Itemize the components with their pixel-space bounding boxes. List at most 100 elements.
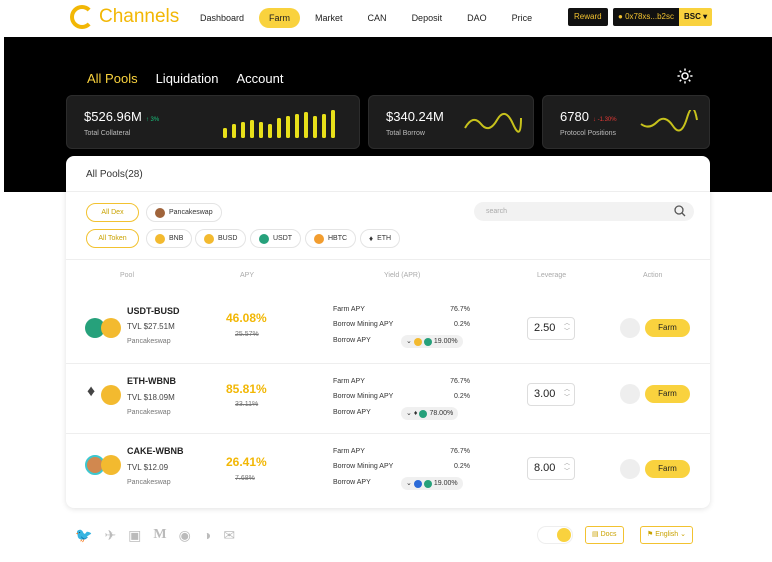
collateral-bar [268,124,272,138]
borrow-apy-value: 19.00% [433,480,458,487]
usdt-label: USDT [273,235,293,242]
search-input[interactable]: search [474,202,694,221]
stepper-arrows-icon[interactable]: ︿ ﹀ [564,460,570,476]
wechat-icon[interactable]: ◑ [203,527,211,544]
usdt-icon [419,409,428,418]
nav-dao[interactable]: DAO [457,8,497,28]
collateral-bar-chart [223,110,335,138]
borrow-asset-select[interactable]: ⌄ 19.00% [401,477,463,490]
github-icon[interactable]: ◉ [179,527,191,544]
stat-protocol-positions: 6780 ↓ -1.30% Protocol Positions [542,95,710,149]
farm-apy-label: Farm APY [333,448,365,455]
stepper-arrows-icon[interactable]: ︿ ﹀ [564,320,570,336]
settings-gear-icon[interactable] [676,67,694,85]
nav-market[interactable]: Market [305,8,353,28]
filter-busd[interactable]: BUSD [195,229,247,248]
docs-button[interactable]: ▤ Docs [585,526,624,544]
positions-sparkline [640,110,698,132]
filter-usdt[interactable]: USDT [250,229,302,248]
divider [66,433,710,434]
stat-value: $526.96M ↑ 3% [84,109,159,124]
pool-pair: USDT-BUSD [127,306,180,316]
tab-account[interactable]: Account [236,71,283,86]
busd-label: BUSD [218,235,238,242]
collateral-bar [331,110,335,138]
leverage-value: 2.50 [534,322,556,334]
medium-icon[interactable]: M [153,527,166,544]
borrow-asset-select[interactable]: ⌄ ♦ 78.00% [401,407,459,420]
bnb-icon [155,233,165,244]
total-collateral-value: $526.96M [84,109,142,124]
leverage-stepper[interactable]: 2.50 ︿ ﹀ [527,317,575,340]
borrow-mining-label: Borrow Mining APY [333,393,394,400]
nav-deposit[interactable]: Deposit [402,8,453,28]
eth-label: ETH [377,235,392,242]
col-leverage: Leverage [537,272,567,279]
discord-icon[interactable]: ▣ [128,527,141,544]
stat-change: ↓ -1.30% [592,117,617,123]
borrow-mining-value: 0.2% [454,393,470,400]
brand-logo[interactable]: Channels [70,5,179,29]
chain-selector[interactable]: BSC ▾ [678,8,713,26]
wbnb-icon [101,455,121,475]
stepper-arrows-icon[interactable]: ︿ ﹀ [564,386,570,402]
collateral-bar [313,116,317,138]
chat-icon[interactable]: ✉ [223,527,235,544]
farm-apy-value: 76.7% [450,378,470,385]
leverage-value: 3.00 [534,388,556,400]
protocol-positions-label: Protocol Positions [560,130,617,137]
farm-button[interactable]: Farm [645,460,690,478]
farm-apy-value: 76.7% [450,448,470,455]
tab-liquidation[interactable]: Liquidation [156,71,219,86]
pool-tvl: TVL $12.09 [127,463,169,472]
filter-hbtc[interactable]: HBTC [305,229,357,248]
nav-dashboard[interactable]: Dashboard [190,8,254,28]
nav-price[interactable]: Price [502,8,543,28]
tab-all-pools[interactable]: All Pools [87,71,138,86]
stat-total-collateral: $526.96M ↑ 3% Total Collateral [66,95,360,149]
borrow-apy-value: 78.00% [429,410,454,417]
search-icon[interactable] [674,205,686,217]
brand-name: Channels [99,6,180,27]
stat-value: 6780 ↓ -1.30% [560,109,617,124]
row-menu-button[interactable] [620,318,640,338]
borrow-asset-select[interactable]: ⌄ 19.00% [401,335,463,348]
busd-icon [101,318,121,338]
filter-bnb[interactable]: BNB [146,229,193,248]
usdt-icon [259,233,269,244]
theme-toggle[interactable] [537,526,573,544]
pool-apy: 46.08% [226,311,267,325]
protocol-positions-change: -1.30% [597,117,617,123]
farm-button[interactable]: Farm [645,385,690,403]
farm-button[interactable]: Farm [645,319,690,337]
collateral-bar [304,112,308,138]
filter-pancakeswap[interactable]: Pancakeswap [146,203,222,222]
leverage-stepper[interactable]: 8.00 ︿ ﹀ [527,457,575,480]
pool-apy-old: 33.11% [235,401,259,408]
language-select[interactable]: ⚑ English ⌄ [640,526,694,544]
pool-tabs: All Pools Liquidation Account [87,71,283,86]
row-menu-button[interactable] [620,384,640,404]
reward-button[interactable]: Reward [568,8,608,26]
filter-eth[interactable]: ♦ ETH [360,229,401,248]
main-nav: Dashboard Farm Market CAN Deposit DAO Pr… [190,8,547,28]
nav-farm[interactable]: Farm [259,8,301,28]
farm-apy-label: Farm APY [333,378,365,385]
filter-all-token[interactable]: All Token [86,229,139,248]
row-menu-button[interactable] [620,459,640,479]
telegram-icon[interactable]: ✈ [104,527,116,544]
protocol-positions-value: 6780 [560,109,589,124]
twitter-icon[interactable]: 🐦 [75,527,92,544]
pancakeswap-icon [155,207,165,218]
nav-can[interactable]: CAN [358,8,397,28]
divider [66,259,710,260]
borrow-mining-value: 0.2% [454,463,470,470]
wallet-button[interactable]: ● 0x78xs...b2sc BSC ▾ [613,8,713,26]
leverage-stepper[interactable]: 3.00 ︿ ﹀ [527,383,575,406]
pool-tvl: TVL $27.51M [127,322,175,331]
col-action: Action [643,272,663,279]
social-links: 🐦 ✈ ▣ M ◉ ◑ ✉ [75,527,235,544]
col-yield: Yield (APR) [384,272,421,279]
filter-all-dex[interactable]: All Dex [86,203,139,222]
pool-pair: ETH-WBNB [127,376,176,386]
